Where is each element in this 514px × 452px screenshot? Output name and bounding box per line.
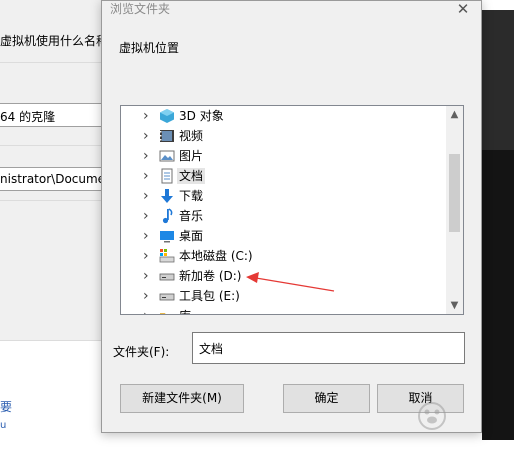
- chevron-right-icon[interactable]: ›: [143, 108, 155, 124]
- scrollbar-thumb[interactable]: [449, 154, 460, 232]
- tree-item-label: 新加卷 (D:): [179, 269, 242, 283]
- divider: [0, 200, 110, 201]
- tree-item[interactable]: › 音乐: [121, 206, 447, 226]
- tree-item[interactable]: › 视频: [121, 126, 447, 146]
- tree-item[interactable]: › 桌面: [121, 226, 447, 246]
- tree-item[interactable]: › 本地磁盘 (C:): [121, 246, 447, 266]
- chevron-right-icon[interactable]: ›: [143, 228, 155, 244]
- tree-item-label: 桌面: [179, 229, 204, 243]
- drive-icon: [159, 268, 175, 284]
- browse-folder-dialog: 浏览文件夹 ✕ 虚拟机位置 › 3D 对象 › 视频 › 图片 › 文档 › 下载 › 音乐 › 桌面 › 本…: [101, 0, 482, 433]
- ok-button[interactable]: 确定: [283, 384, 370, 413]
- pictures-icon: [159, 148, 175, 164]
- baidu-watermark: [418, 402, 446, 430]
- tree-item[interactable]: › 下载: [121, 186, 447, 206]
- folder-field-label: 文件夹(F):: [113, 345, 170, 359]
- tree-item-label: 文档: [177, 168, 206, 184]
- chevron-right-icon[interactable]: ›: [143, 208, 155, 224]
- video-icon: [159, 128, 175, 144]
- tree-item[interactable]: › 3D 对象: [121, 106, 447, 126]
- music-icon: [159, 208, 175, 224]
- chevron-right-icon[interactable]: ›: [143, 128, 155, 144]
- wizard-lower-area: [0, 340, 110, 452]
- chevron-right-icon[interactable]: ›: [143, 308, 155, 314]
- scroll-down-icon[interactable]: ▼: [446, 297, 463, 314]
- tree-item-label: 本地磁盘 (C:): [179, 249, 253, 263]
- vm-location-field[interactable]: nistrator\Documen: [0, 167, 110, 191]
- desktop-icon: [159, 228, 175, 244]
- tree-item[interactable]: › 新加卷 (D:): [121, 266, 447, 286]
- tree-item-label: 3D 对象: [179, 109, 224, 123]
- tree-item[interactable]: › 工具包 (E:): [121, 286, 447, 306]
- tree-item[interactable]: ›库: [121, 306, 447, 314]
- divider: [0, 145, 110, 146]
- folder-input[interactable]: [192, 332, 465, 364]
- wizard-footer-text: u: [0, 420, 7, 431]
- background-wizard-window: 虚拟机使用什么名称? 64 的克隆 nistrator\Documen 要 u: [0, 0, 114, 452]
- tree-item-label: 音乐: [179, 209, 204, 223]
- tree-item-label: 图片: [179, 149, 204, 163]
- dialog-title: 浏览文件夹: [110, 2, 171, 16]
- tree-item-label: 视频: [179, 129, 204, 143]
- chevron-right-icon[interactable]: ›: [143, 148, 155, 164]
- vm-name-field[interactable]: 64 的克隆: [0, 103, 110, 127]
- 3d-objects-icon: [159, 108, 175, 124]
- new-folder-button[interactable]: 新建文件夹(M): [120, 384, 244, 413]
- local-disk-icon: [159, 248, 175, 264]
- tree-scrollbar[interactable]: ▲ ▼: [446, 106, 463, 314]
- tree-item-label: 工具包 (E:): [179, 289, 240, 303]
- scroll-up-icon[interactable]: ▲: [446, 106, 463, 123]
- folder-tree[interactable]: › 3D 对象 › 视频 › 图片 › 文档 › 下载 › 音乐 › 桌面 › 本地磁盘 (C:) › 新加卷 (…: [120, 105, 464, 315]
- dark-panel-top: [482, 10, 514, 150]
- close-icon[interactable]: ✕: [451, 0, 475, 20]
- divider: [0, 62, 110, 63]
- tree-item[interactable]: › 图片: [121, 146, 447, 166]
- tree-item[interactable]: › 文档: [121, 166, 447, 186]
- background-right-area: [482, 0, 514, 452]
- dialog-description: 虚拟机位置: [119, 41, 180, 55]
- tree-item-label: 下载: [179, 189, 204, 203]
- download-icon: [159, 188, 175, 204]
- wizard-question-text: 虚拟机使用什么名称?: [0, 34, 115, 48]
- library-icon: [159, 308, 175, 314]
- documents-icon: [159, 168, 175, 184]
- chevron-right-icon[interactable]: ›: [143, 268, 155, 284]
- tree-item-label: 库: [179, 308, 191, 314]
- watermark-paw-icon: [418, 402, 446, 430]
- drive-icon: [159, 288, 175, 304]
- chevron-right-icon[interactable]: ›: [143, 168, 155, 184]
- chevron-right-icon[interactable]: ›: [143, 188, 155, 204]
- wizard-help-link[interactable]: 要: [0, 398, 12, 415]
- chevron-right-icon[interactable]: ›: [143, 248, 155, 264]
- chevron-right-icon[interactable]: ›: [143, 288, 155, 304]
